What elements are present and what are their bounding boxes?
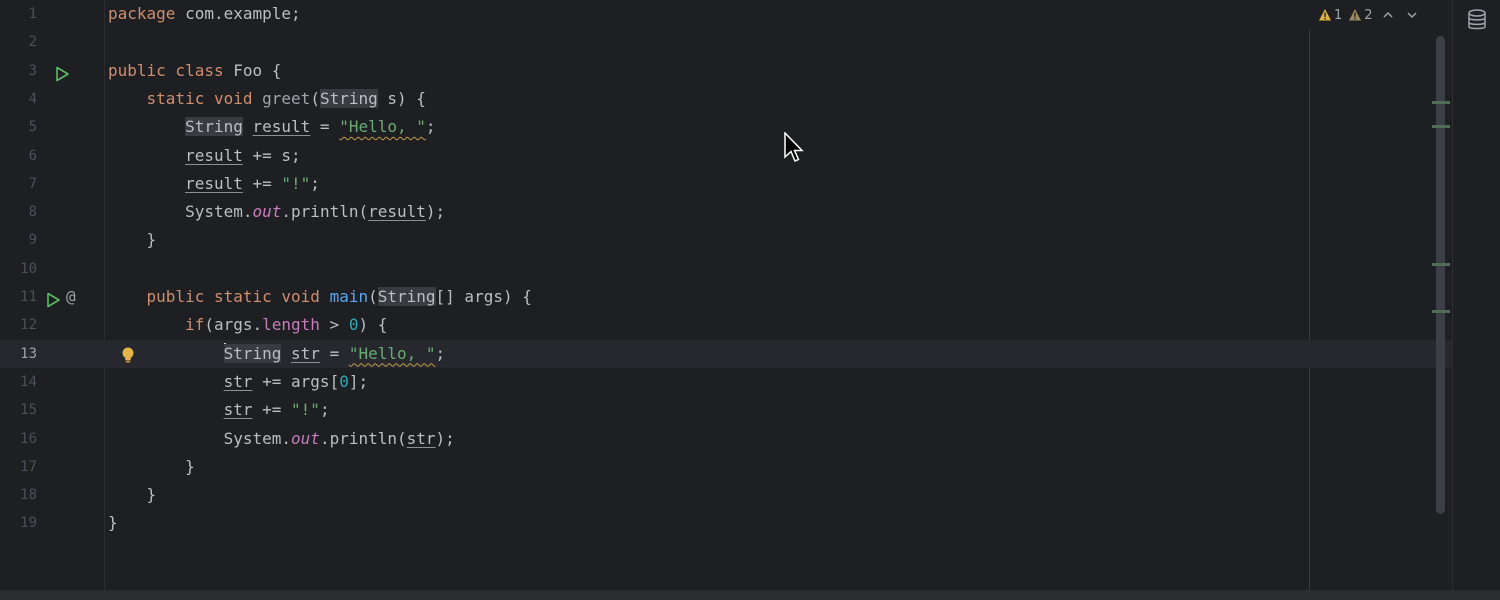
previous-highlight-button[interactable] [1379,6,1397,24]
weak-warnings-indicator[interactable]: 2 [1348,7,1373,23]
weak-warnings-count: 2 [1364,7,1373,23]
warnings-count: 1 [1334,7,1343,23]
code-text[interactable]: String str = "Hello, "; [108,340,445,368]
code-line[interactable]: 6 result += s; [0,142,1452,170]
error-stripe-marker[interactable] [1432,125,1450,128]
error-stripe-marker[interactable] [1432,101,1450,104]
code-line[interactable]: 16 System.out.println(str); [0,425,1452,453]
line-number[interactable]: 12 [0,311,37,339]
code-text[interactable]: } [108,226,157,254]
code-line[interactable]: 7 result += "!"; [0,170,1452,198]
code-line[interactable]: 15 str += "!"; [0,396,1452,424]
code-text[interactable]: static void greet(String s) { [108,85,426,113]
next-highlight-button[interactable] [1403,6,1421,24]
line-number[interactable]: 14 [0,368,37,396]
code-line[interactable]: 4 static void greet(String s) { [0,85,1452,113]
code-text[interactable]: if(args.length > 0) { [108,311,387,339]
code-line[interactable]: 10 [0,255,1452,283]
line-number[interactable]: 6 [0,142,37,170]
inspections-widget[interactable]: 1 2 [1318,4,1421,26]
vertical-scrollbar[interactable] [1436,36,1445,514]
code-line[interactable]: 11 @ public static void main(String[] arg… [0,283,1452,311]
code-line[interactable]: 13 String str = "Hello, "; [0,339,1452,368]
code-text[interactable]: System.out.println(result); [108,198,445,226]
line-number[interactable]: 7 [0,170,37,198]
code-line[interactable]: 12 if(args.length > 0) { [0,311,1452,339]
code-text[interactable]: package com.example; [108,0,301,28]
chevron-up-icon [1383,11,1393,18]
code-text[interactable]: public static void main(String[] args) { [108,283,532,311]
line-number[interactable]: 2 [0,28,37,56]
chevron-down-icon [1407,12,1417,19]
status-bar [0,590,1500,600]
warnings-indicator[interactable]: 1 [1318,8,1342,23]
code-line[interactable]: 3 public class Foo { [0,57,1452,85]
line-number[interactable]: 19 [0,509,37,537]
line-number[interactable]: 4 [0,85,37,113]
code-line[interactable]: 14 str += args[0]; [0,368,1452,396]
code-line[interactable]: 2 [0,28,1452,56]
code-line[interactable]: 17 } [0,453,1452,481]
at-icon[interactable]: @ [66,283,76,311]
line-number[interactable]: 11 [0,283,37,311]
code-text[interactable]: String result = "Hello, "; [108,113,436,141]
mouse-cursor-icon [784,132,804,162]
right-tool-window-bar [1452,0,1500,590]
line-number[interactable]: 17 [0,453,37,481]
line-number[interactable]: 5 [0,113,37,141]
line-number[interactable]: 1 [0,0,37,28]
warning-icon [1319,9,1331,21]
code-editor[interactable]: 1 package com.example; 2 3 public class Foo … [0,0,1452,590]
line-number[interactable]: 10 [0,255,37,283]
line-number[interactable]: 8 [0,198,37,226]
code-text[interactable]: str += "!"; [108,396,330,424]
code-line[interactable]: 8 System.out.println(result); [0,198,1452,226]
code-text[interactable]: } [108,453,195,481]
code-line[interactable]: 19} [0,509,1452,537]
line-number[interactable]: 13 [0,340,37,368]
code-line[interactable]: 18 } [0,481,1452,509]
line-number[interactable]: 9 [0,226,37,254]
error-stripe-marker[interactable] [1432,310,1450,313]
line-number[interactable]: 18 [0,481,37,509]
code-text[interactable]: System.out.println(str); [108,425,455,453]
code-text[interactable]: result += s; [108,142,301,170]
code-text[interactable]: } [108,481,157,509]
line-number[interactable]: 15 [0,396,37,424]
line-number[interactable]: 3 [0,57,37,85]
database-icon[interactable] [1466,8,1488,36]
code-line[interactable]: 1 package com.example; [0,0,1452,28]
error-stripe-marker[interactable] [1432,263,1450,266]
code-text[interactable]: result += "!"; [108,170,320,198]
code-text[interactable]: } [108,509,118,537]
code-text[interactable]: public class Foo { [108,57,281,85]
weak-warning-icon [1349,9,1362,21]
code-line[interactable]: 5 String result = "Hello, "; [0,113,1452,141]
code-line[interactable]: 9 } [0,226,1452,254]
code-text[interactable]: str += args[0]; [108,368,369,396]
line-number[interactable]: 16 [0,425,37,453]
